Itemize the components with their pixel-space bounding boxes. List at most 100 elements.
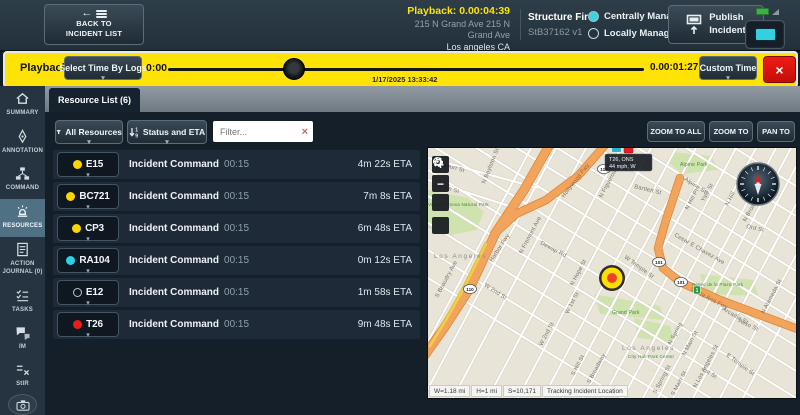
incident-id: StB37162 v1	[528, 26, 583, 38]
resource-timer: 00:15	[224, 287, 250, 298]
resource-list: E15 ▾ Incident Command 00:15 4m 22s ETA BC721…	[53, 150, 420, 342]
resource-row-e12: E12 ▾ Incident Command 00:15 1m 58s ETA	[53, 278, 420, 307]
unit-label: E15	[85, 159, 104, 170]
status-dot	[72, 288, 82, 297]
sidebar-item-label: SUMMARY	[6, 110, 39, 116]
chevron-down-icon: ▾	[86, 204, 90, 211]
sidebar-item-action[interactable]: ACTION JOURNAL (0)	[0, 237, 45, 283]
left-sidebar: SUMMARY ANNOTATION COMMAND RESOURCES ACTION …	[0, 86, 45, 415]
filter-funnel-icon	[56, 130, 61, 134]
unit-button-e15[interactable]: E15 ▾	[57, 152, 119, 179]
unit-button-cp3[interactable]: CP3 ▾	[57, 216, 119, 243]
close-icon: ×	[775, 61, 784, 78]
all-resources-button[interactable]: All Resources ▾	[55, 120, 123, 146]
map-canvas: Court StN Boylston StColton StVista Herm…	[428, 148, 796, 398]
button-label: PAN TO	[762, 127, 790, 136]
pan-to-button[interactable]: PAN TO	[757, 121, 795, 142]
playback-info: Playback: 0.00:04:39 215 N Grand Ave 215…	[393, 5, 510, 54]
sidebar-item-label: COMMAND	[5, 185, 40, 192]
sidebar-item-command[interactable]: COMMAND	[0, 161, 45, 199]
clear-filter-icon[interactable]: ×	[302, 126, 308, 138]
device-status	[745, 2, 788, 49]
locate-button[interactable]	[432, 157, 449, 211]
vehicle-tooltip-line2: 44 mph, W	[609, 164, 636, 170]
select-time-label: Select Time By Logs	[59, 63, 147, 73]
sidebar-item-stir[interactable]: StIR	[0, 358, 45, 395]
map-street-label: Los Angeles	[434, 253, 487, 260]
chevron-down-icon: ▾	[165, 139, 169, 146]
sidebar-item-im[interactable]: IM	[0, 321, 45, 358]
filter-input-box: ×	[213, 121, 313, 142]
resource-status: Incident Command 00:15	[129, 191, 250, 202]
status-dot	[73, 320, 83, 329]
camera-icon	[15, 399, 30, 411]
highway-shield: 101	[677, 280, 685, 285]
command-icon	[15, 166, 30, 184]
compass-icon[interactable]	[736, 162, 780, 206]
incident-address: 215 N Grand Ave 215 N Grand Ave	[414, 18, 510, 41]
button-label: ZOOM TO ALL	[650, 127, 702, 136]
zoom-out-button[interactable]: −	[432, 175, 449, 192]
publish-button-label: Publish Incident	[709, 11, 746, 36]
chevron-down-icon: ▾	[86, 236, 90, 243]
beacon-icon	[15, 204, 30, 222]
sidebar-item-label: StIR	[16, 380, 29, 387]
zoom-to-all-button[interactable]: ZOOM TO ALL	[647, 121, 705, 142]
map-status-chip: H=1 mi	[471, 385, 503, 397]
map-controls: + −	[432, 156, 449, 236]
unit-button-t26[interactable]: T26 ▾	[57, 312, 119, 339]
status-and-eta-button[interactable]: 1 9 Status and ETA ▾	[127, 120, 207, 146]
top-bar: ← BACK TO INCIDENT LIST Playback: 0.00:0…	[0, 0, 800, 52]
resource-eta: 6m 48s ETA	[357, 223, 412, 234]
filter-input[interactable]	[218, 125, 302, 138]
list-icon	[95, 9, 107, 19]
resource-status: Incident Command 00:15	[129, 223, 250, 234]
map-settings-button[interactable]	[432, 156, 449, 234]
transit-marker: 1	[696, 288, 699, 294]
sidebar-item-summary[interactable]: SUMMARY	[0, 86, 45, 124]
chevron-down-icon: ▾	[87, 139, 91, 146]
camera-button[interactable]	[8, 394, 37, 415]
tab-resource-list[interactable]: Resource List (6)	[49, 88, 141, 112]
close-playback-button[interactable]: ×	[763, 56, 796, 83]
resource-row-ra104: RA104 ▾ Incident Command 00:15 0m 12s ETA	[53, 246, 420, 275]
tab-strip: Resource List (6)	[45, 86, 800, 112]
resource-timer: 00:15	[224, 223, 250, 234]
playback-slider-track[interactable]	[168, 58, 644, 80]
incident-playback-app: ← BACK TO INCIDENT LIST Playback: 0.00:0…	[0, 0, 800, 415]
stir-icon	[15, 363, 30, 380]
home-icon	[15, 91, 30, 109]
sidebar-item-tasks[interactable]: TASKS	[0, 283, 45, 321]
all-resources-label: All Resources	[65, 127, 122, 137]
incident-marker[interactable]	[599, 265, 625, 291]
resource-eta: 7m 8s ETA	[363, 191, 412, 202]
map-status-chip: W=1.18 mi	[429, 385, 471, 397]
custom-time-button[interactable]: Custom Time ▾	[699, 56, 757, 82]
playback-time: Playback: 0.00:04:39	[407, 5, 510, 17]
unit-button-e12[interactable]: E12 ▾	[57, 280, 119, 307]
chevron-down-icon: ▾	[86, 332, 90, 339]
unit-button-bc721[interactable]: BC721 ▾	[57, 184, 119, 211]
back-to-incident-list-button[interactable]: ← BACK TO INCIDENT LIST	[44, 4, 144, 45]
device-button[interactable]	[745, 20, 785, 49]
zoom-to-button[interactable]: ZOOM TO	[709, 121, 753, 142]
signal-icon	[771, 9, 779, 15]
select-time-by-logs-button[interactable]: Select Time By Logs ▾	[59, 56, 147, 82]
playback-current-datetime: 1/17/2025 13:33:42	[372, 75, 438, 84]
resource-eta: 1m 58s ETA	[357, 287, 412, 298]
unit-button-ra104[interactable]: RA104 ▾	[57, 248, 119, 275]
battery-icon	[755, 8, 769, 15]
incident-map[interactable]: + − W=1.18 mi H=1 mi S=10,171 Tracking Incid…	[427, 147, 797, 399]
sidebar-item-annotation[interactable]: ANNOTATION	[0, 124, 45, 162]
resource-eta: 4m 22s ETA	[357, 159, 412, 170]
map-street-label: Grand Park	[612, 310, 640, 316]
sidebar-item-resources[interactable]: RESOURCES	[0, 199, 45, 237]
chevron-down-icon: ▾	[726, 75, 730, 82]
highway-shield: 110	[466, 287, 474, 292]
pen-icon	[15, 128, 30, 147]
sidebar-item-label: RESOURCES	[2, 223, 43, 230]
button-label: ZOOM TO	[713, 127, 749, 136]
playback-bar: Playback Select Time By Logs ▾ 0:00 1/17…	[3, 51, 798, 88]
resource-eta: 9m 48s ETA	[357, 319, 412, 330]
playback-slider-handle[interactable]	[283, 58, 306, 80]
